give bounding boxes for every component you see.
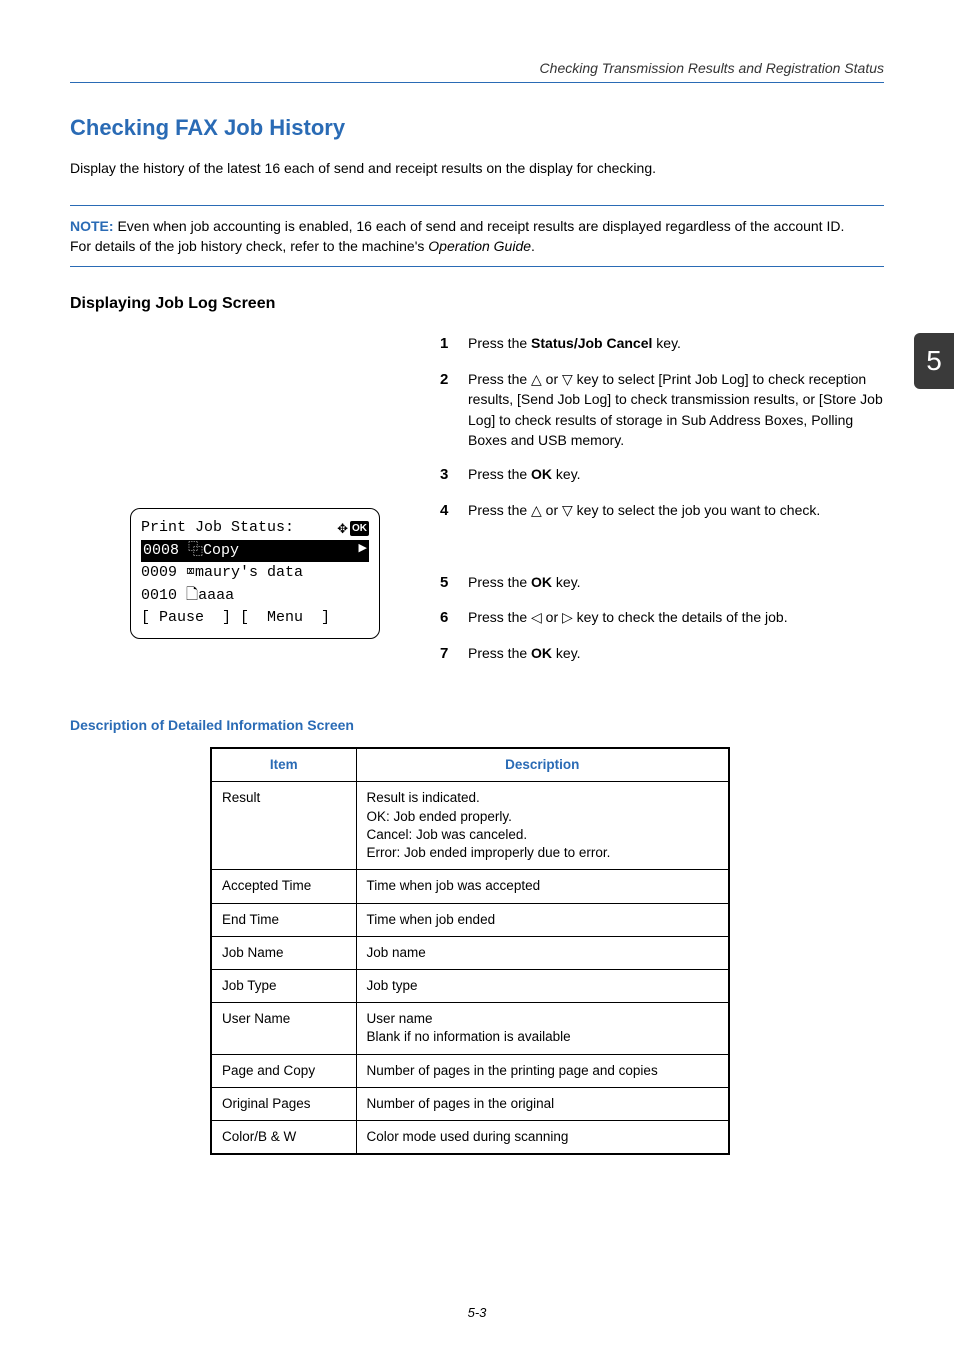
cell-item: Color/B & W: [211, 1121, 356, 1155]
step-1-text-a: Press the: [468, 335, 531, 351]
page-number-footer: 5-3: [0, 1305, 954, 1320]
info-table: Item Description ResultResult is indicat…: [210, 747, 730, 1155]
step-number: 5: [440, 572, 468, 594]
running-header: Checking Transmission Results and Regist…: [70, 60, 884, 76]
cell-item: Accepted Time: [211, 870, 356, 903]
cell-item: Result: [211, 782, 356, 870]
note-text-1: Even when job accounting is enabled, 16 …: [114, 218, 845, 234]
step-6: 6 Press the ◁ or ▷ key to check the deta…: [440, 607, 884, 629]
step-2: 2 Press the △ or ▽ key to select [Print …: [440, 369, 884, 450]
steps-list: 1 Press the Status/Job Cancel key. 2 Pre…: [440, 333, 884, 521]
ok-badge-icon: OK: [350, 521, 369, 536]
note-label: NOTE:: [70, 218, 114, 234]
diamond-arrows-icon: ✥: [337, 519, 348, 539]
subheading: Displaying Job Log Screen: [70, 295, 884, 313]
cell-desc: Time when job ended: [356, 903, 729, 936]
step-3-text-a: Press the: [468, 466, 531, 482]
lcd-row-1-text: 0008 ⿻Copy: [143, 540, 239, 563]
table-row: Color/B & WColor mode used during scanni…: [211, 1121, 729, 1155]
table-header-row: Item Description: [211, 748, 729, 782]
header-rule: [70, 82, 884, 83]
step-3-key: OK: [531, 466, 552, 482]
table-row: Accepted TimeTime when job was accepted: [211, 870, 729, 903]
triangle-right-icon: ▶: [359, 540, 367, 563]
cell-item: User Name: [211, 1003, 356, 1054]
page-title: Checking FAX Job History: [70, 115, 884, 141]
step-number: 7: [440, 643, 468, 665]
step-number: 1: [440, 333, 468, 355]
step-7-text-a: Press the: [468, 645, 531, 661]
lcd-row-2: 0009 ⌧maury's data: [141, 562, 369, 585]
col-head-desc: Description: [356, 748, 729, 782]
lcd-row-4: [ Pause ] [ Menu ]: [141, 607, 369, 630]
table-row: Page and CopyNumber of pages in the prin…: [211, 1054, 729, 1087]
description-heading: Description of Detailed Information Scre…: [70, 717, 884, 733]
lcd-row-selected: 0008 ⿻Copy ▶: [141, 540, 369, 563]
lcd-title: Print Job Status:: [141, 517, 294, 540]
operation-guide-ref: Operation Guide: [428, 238, 531, 254]
cell-desc: Number of pages in the original: [356, 1087, 729, 1120]
table-row: User NameUser name Blank if no informati…: [211, 1003, 729, 1054]
step-5: 5 Press the OK key.: [440, 572, 884, 594]
step-1-key: Status/Job Cancel: [531, 335, 652, 351]
step-number: 6: [440, 607, 468, 629]
step-7: 7 Press the OK key.: [440, 643, 884, 665]
step-1: 1 Press the Status/Job Cancel key.: [440, 333, 884, 355]
cell-item: Page and Copy: [211, 1054, 356, 1087]
step-6-text: Press the ◁ or ▷ key to check the detail…: [468, 607, 884, 629]
note-block: NOTE: Even when job accounting is enable…: [70, 205, 884, 268]
col-head-item: Item: [211, 748, 356, 782]
table-row: ResultResult is indicated. OK: Job ended…: [211, 782, 729, 870]
cell-item: End Time: [211, 903, 356, 936]
cell-desc: User name Blank if no information is ava…: [356, 1003, 729, 1054]
lcd-nav-ok-icon: ✥OK: [337, 519, 369, 539]
intro-paragraph: Display the history of the latest 16 eac…: [70, 159, 884, 179]
cell-desc: Color mode used during scanning: [356, 1121, 729, 1155]
steps-list-continued: 5 Press the OK key. 6 Press the ◁ or ▷ k…: [440, 572, 884, 665]
step-number: 3: [440, 464, 468, 486]
cell-desc: Result is indicated. OK: Job ended prope…: [356, 782, 729, 870]
lcd-row-3: 0010 🗋aaaa: [141, 585, 369, 608]
table-row: Job TypeJob type: [211, 969, 729, 1002]
step-5-text-c: key.: [552, 574, 581, 590]
step-4-text: Press the △ or ▽ key to select the job y…: [468, 500, 884, 522]
table-row: End TimeTime when job ended: [211, 903, 729, 936]
cell-desc: Time when job was accepted: [356, 870, 729, 903]
step-2-text: Press the △ or ▽ key to select [Print Jo…: [468, 369, 884, 450]
cell-desc: Job type: [356, 969, 729, 1002]
lcd-display: Print Job Status: ✥OK 0008 ⿻Copy ▶ 0009 …: [130, 508, 380, 639]
cell-item: Job Type: [211, 969, 356, 1002]
cell-desc: Job name: [356, 936, 729, 969]
cell-item: Job Name: [211, 936, 356, 969]
cell-item: Original Pages: [211, 1087, 356, 1120]
step-3: 3 Press the OK key.: [440, 464, 884, 486]
note-text-2a: For details of the job history check, re…: [70, 238, 428, 254]
step-number: 2: [440, 369, 468, 450]
step-7-text-c: key.: [552, 645, 581, 661]
note-text-2b: .: [531, 238, 535, 254]
step-1-text-c: key.: [652, 335, 681, 351]
step-3-text-c: key.: [552, 466, 581, 482]
step-5-key: OK: [531, 574, 552, 590]
step-5-text-a: Press the: [468, 574, 531, 590]
step-7-key: OK: [531, 645, 552, 661]
cell-desc: Number of pages in the printing page and…: [356, 1054, 729, 1087]
step-4: 4 Press the △ or ▽ key to select the job…: [440, 500, 884, 522]
table-row: Original PagesNumber of pages in the ori…: [211, 1087, 729, 1120]
step-number: 4: [440, 500, 468, 522]
table-row: Job NameJob name: [211, 936, 729, 969]
chapter-tab: 5: [914, 333, 954, 389]
